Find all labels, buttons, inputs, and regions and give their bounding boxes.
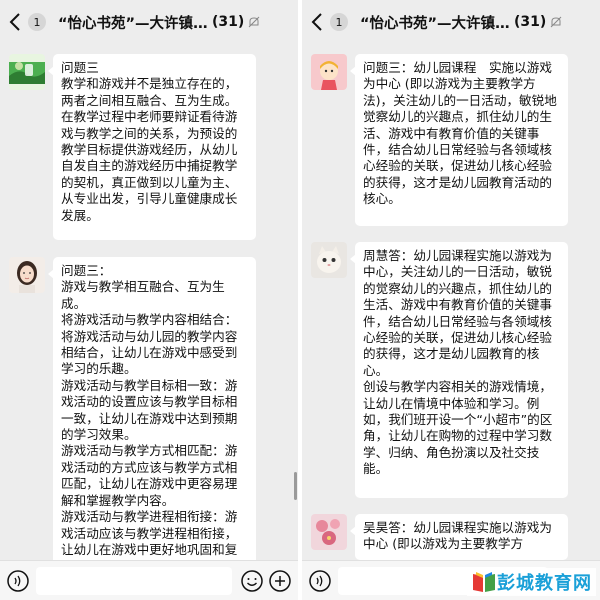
message-bubble[interactable]: 问题三： 游戏与教学相互融合、互为生成。 将游戏活动与教学内容相结合：将游戏活动…	[48, 257, 256, 567]
chat-header: 1 “怡心书苑”—大许镇中… (31)	[302, 0, 600, 44]
message-line: 问题三	[61, 60, 99, 75]
chat-title: “怡心书苑”—大许镇中…	[58, 15, 208, 32]
message-bubble[interactable]: 问题三 教学和游戏并不是独立存在的，两者之间相互融合、互为生成。 在教学过程中老…	[48, 54, 256, 240]
member-count: (31)	[212, 14, 245, 30]
plus-circle-icon[interactable]	[268, 569, 292, 593]
watermark: 彭城教育网	[467, 568, 596, 596]
message-line: 游戏活动与教学方式相匹配：游戏活动的方式应该与教学方式相匹配，让幼儿在游戏中更容…	[61, 443, 238, 508]
right-chat-window: 1 “怡心书苑”—大许镇中… (31) 问题三：幼儿园课程 实施以游戏为中心 (…	[302, 0, 600, 600]
avatar-white-cat[interactable]	[311, 242, 347, 278]
left-chat-window: 1 “怡心书苑”—大许镇中… (31) 问题三 教学和游戏并不是独立存在的，两者…	[0, 0, 298, 600]
message-bubble[interactable]: 问题三：幼儿园课程 实施以游戏为中心 (即以游戏为主要教学方法)，关注幼儿的一日…	[350, 54, 568, 226]
avatar-girl-portrait[interactable]	[9, 257, 45, 293]
voice-icon[interactable]	[6, 569, 30, 593]
avatar-cartoon-girl[interactable]	[311, 54, 347, 90]
unread-badge[interactable]: 1	[330, 13, 348, 31]
chat-header: 1 “怡心书苑”—大许镇中… (31)	[0, 0, 298, 44]
message-line: 问题三：	[61, 263, 112, 278]
bell-off-icon	[550, 16, 562, 28]
member-count: (31)	[514, 14, 547, 30]
chat-title: “怡心书苑”—大许镇中…	[360, 15, 510, 32]
chevron-left-icon[interactable]	[306, 0, 328, 44]
watermark-text: 彭城教育网	[497, 573, 592, 594]
message-line: 吴昊答：幼儿园课程实施以游戏为中心 (即以游戏为主要教学方	[363, 520, 552, 552]
unread-badge[interactable]: 1	[28, 13, 46, 31]
message-line: 问题三：幼儿园课程 实施以游戏为中心 (即以游戏为主要教学方法)，关注幼儿的一日…	[363, 60, 557, 207]
message-line: 将游戏活动与教学内容相结合：将游戏活动与幼儿园的教学内容相结合，让幼儿在游戏中感…	[61, 312, 238, 377]
book-logo-icon	[473, 572, 495, 592]
avatar-pink-flowers[interactable]	[311, 514, 347, 550]
input-bar	[0, 560, 298, 600]
message-line: 周慧答：幼儿园课程实施以游戏为中心，关注幼儿的一日活动，敏锐的觉察幼儿的兴趣点，…	[363, 248, 552, 378]
message-input[interactable]	[36, 567, 232, 595]
message-line: 游戏与教学相互融合、互为生成。	[61, 279, 225, 311]
voice-icon[interactable]	[308, 569, 332, 593]
message-line: 创设与教学内容相关的游戏情境，让幼儿在情境中体验和学习。例如，我们班开设一个“小…	[363, 379, 553, 477]
avatar-green-scenery[interactable]	[9, 54, 45, 90]
emoji-icon[interactable]	[240, 569, 264, 593]
message-bubble[interactable]: 吴昊答：幼儿园课程实施以游戏为中心 (即以游戏为主要教学方	[350, 514, 568, 560]
message-line: 游戏活动与教学目标相一致：游戏活动的设置应该与教学目标相一致，让幼儿在游戏中达到…	[61, 377, 238, 443]
scrollbar-thumb[interactable]	[294, 472, 297, 500]
chevron-left-icon[interactable]	[4, 0, 26, 44]
message-line: 游戏活动与教学进程相衔接：游戏活动应该与教学进程相衔接，让幼儿在游戏中更好地巩固…	[61, 509, 238, 557]
message-line: 在教学过程中老师要辩证看待游戏与教学之间的关系，为预设的教学目标提供游戏经历，从…	[61, 109, 238, 223]
bell-off-icon	[248, 16, 260, 28]
message-bubble[interactable]: 周慧答：幼儿园课程实施以游戏为中心，关注幼儿的一日活动，敏锐的觉察幼儿的兴趣点，…	[350, 242, 568, 498]
message-line: 教学和游戏并不是独立存在的，两者之间相互融合、互为生成。	[61, 76, 238, 108]
